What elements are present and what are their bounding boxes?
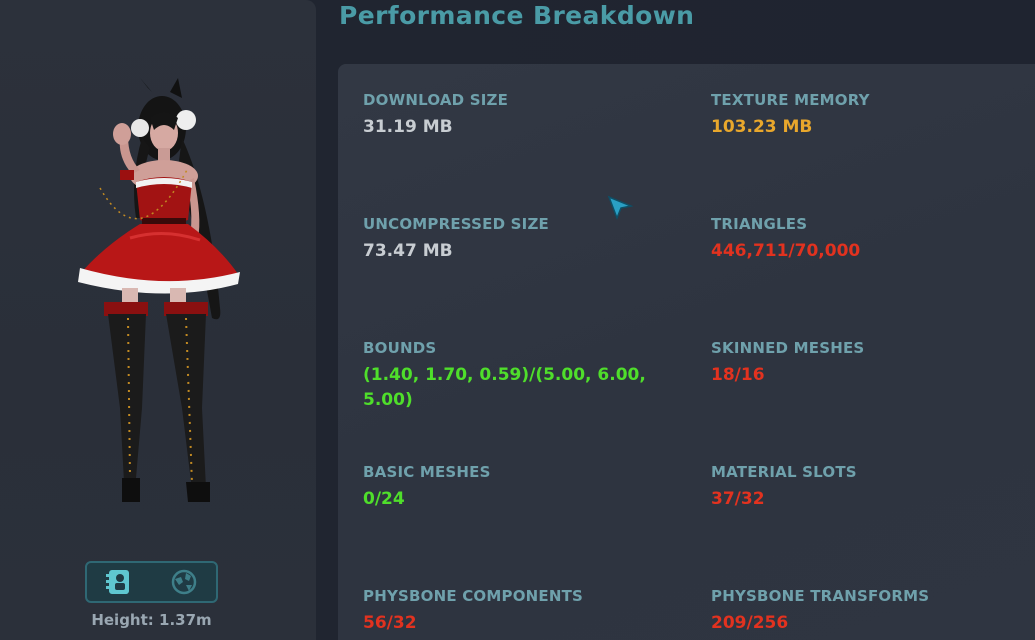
stat-value: 18/16: [711, 365, 765, 385]
stat-bounds: BOUNDS (1.40, 1.70, 0.59)/(5.00, 6.00, 5…: [363, 339, 646, 413]
avatar-info-button[interactable]: [96, 566, 142, 598]
stat-value: 31.19 MB: [363, 117, 453, 137]
stat-label: TRIANGLES: [711, 215, 808, 233]
mouse-pointer-icon: [607, 195, 634, 225]
globe-world-icon: [171, 569, 196, 595]
stat-skinned-meshes: SKINNED MESHES 18/16: [711, 339, 864, 388]
preview-mode-toggle: [85, 561, 218, 603]
avatar-info-icon: [106, 570, 130, 594]
stat-texture-memory: TEXTURE MEMORY 103.23 MB: [711, 91, 870, 140]
stat-label: DOWNLOAD SIZE: [363, 91, 509, 109]
stat-triangles: TRIANGLES 446,711/70,000: [711, 215, 860, 264]
stat-label: UNCOMPRESSED SIZE: [363, 215, 549, 233]
stat-material-slots: MATERIAL SLOTS 37/32: [711, 463, 857, 512]
stat-label: TEXTURE MEMORY: [711, 91, 870, 109]
stat-value: 103.23 MB: [711, 117, 813, 137]
stat-value-line: (1.40, 1.70, 0.59)/(5.00, 6.00,: [363, 365, 646, 385]
stat-value-line: 5.00): [363, 390, 413, 410]
stat-value: 37/32: [711, 489, 765, 509]
stat-label: BOUNDS: [363, 339, 437, 357]
stat-value: (1.40, 1.70, 0.59)/(5.00, 6.00, 5.00): [363, 363, 646, 413]
stat-label: MATERIAL SLOTS: [711, 463, 857, 481]
avatar-preview-panel: Height: 1.37m: [0, 0, 316, 640]
stat-label: BASIC MESHES: [363, 463, 491, 481]
avatar-figure-image: [78, 78, 240, 502]
stat-label: PHYSBONE TRANSFORMS: [711, 587, 930, 605]
stat-physbone-transforms: PHYSBONE TRANSFORMS 209/256: [711, 587, 929, 636]
avatar-height-label: Height: 1.37m: [91, 611, 212, 629]
stat-value: 56/32: [363, 613, 417, 633]
page-title: Performance Breakdown: [339, 1, 695, 30]
stat-label: SKINNED MESHES: [711, 339, 865, 357]
stat-download-size: DOWNLOAD SIZE 31.19 MB: [363, 91, 508, 140]
stat-value: 73.47 MB: [363, 241, 453, 261]
avatar-model-preview[interactable]: [70, 78, 250, 508]
stat-label: PHYSBONE COMPONENTS: [363, 587, 584, 605]
stat-basic-meshes: BASIC MESHES 0/24: [363, 463, 491, 512]
stat-value: 446,711/70,000: [711, 241, 861, 261]
world-view-button[interactable]: [161, 566, 207, 598]
stat-value: 209/256: [711, 613, 789, 633]
stat-physbone-components: PHYSBONE COMPONENTS 56/32: [363, 587, 583, 636]
stat-value: 0/24: [363, 489, 405, 509]
stat-uncompressed-size: UNCOMPRESSED SIZE 73.47 MB: [363, 215, 549, 264]
